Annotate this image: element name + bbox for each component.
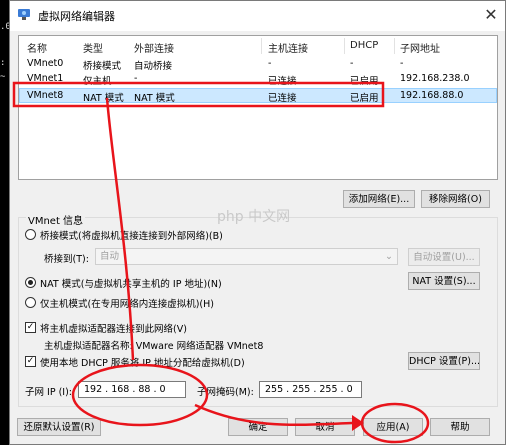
subnet-mask-field[interactable]: 255 . 255 . 255 . 0 [259, 381, 362, 398]
bridged-to-select[interactable]: 自动 ⌄ [95, 248, 398, 265]
subnet-ip-label: 子网 IP (I): [25, 387, 72, 398]
apply-button[interactable]: 应用(A) [363, 418, 423, 436]
virtual-network-editor-window: 虚拟网络编辑器 ✕ 名称 类型 外部连接 主机连接 DHCP 子网地址 VMne… [9, 0, 506, 445]
window-title: 虚拟网络编辑器 [38, 10, 115, 23]
adapter-name-text: 主机虚拟适配器名称: VMware 网络适配器 VMnet8 [44, 341, 264, 352]
table-row-selected[interactable]: VMnet8 NAT 模式 NAT 模式 已连接 已启用 192.168.88.… [19, 88, 497, 104]
cancel-button[interactable]: 取消 [295, 418, 355, 436]
bridged-label[interactable]: 桥接模式(将虚拟机直接连接到外部网络)(B) [40, 228, 223, 242]
connect-adapter-label[interactable]: 将主机虚拟适配器连接到此网络(V) [40, 321, 187, 335]
restore-defaults-button[interactable]: 还原默认设置(R) [17, 418, 101, 436]
nat-radio[interactable] [25, 277, 36, 288]
column-header[interactable]: 类型 [83, 40, 103, 55]
help-button[interactable]: 帮助 [430, 418, 490, 436]
title-bar: 虚拟网络编辑器 ✕ [10, 1, 505, 31]
column-header[interactable]: 主机连接 [268, 40, 308, 55]
column-header[interactable]: 外部连接 [134, 40, 174, 55]
table-row[interactable]: VMnet1 仅主机... - 已连接 已启用 192.168.238.0 [19, 73, 497, 87]
vmnet-info-group [18, 217, 498, 407]
close-button[interactable]: ✕ [481, 6, 501, 24]
auto-settings-button[interactable]: 自动设置(U)... [408, 248, 480, 266]
dhcp-settings-button[interactable]: DHCP 设置(P)... [408, 352, 480, 370]
remove-network-button[interactable]: 移除网络(O) [421, 190, 490, 208]
nat-settings-button[interactable]: NAT 设置(S)... [408, 272, 480, 290]
subnet-mask-label: 子网掩码(M): [197, 387, 254, 398]
add-network-button[interactable]: 添加网络(E)... [343, 190, 415, 208]
bridged-radio[interactable] [25, 229, 36, 240]
terminal-text: ~ [0, 72, 6, 82]
network-list[interactable]: 名称 类型 外部连接 主机连接 DHCP 子网地址 VMnet0 桥接模式 自动… [18, 35, 498, 180]
ok-button[interactable]: 确定 [228, 418, 288, 436]
use-dhcp-checkbox[interactable]: ✓ [25, 356, 36, 367]
terminal-text: : [0, 58, 6, 68]
list-header: 名称 类型 外部连接 主机连接 DHCP 子网地址 [19, 36, 497, 56]
subnet-ip-field[interactable]: 192 . 168 . 88 . 0 [78, 381, 186, 398]
column-header[interactable]: DHCP [350, 40, 378, 51]
column-header[interactable]: 子网地址 [400, 40, 440, 55]
column-header[interactable]: 名称 [27, 40, 47, 55]
app-icon [18, 9, 30, 20]
nat-label[interactable]: NAT 模式(与虚拟机共享主机的 IP 地址)(N) [40, 276, 222, 290]
host-only-radio[interactable] [25, 297, 36, 308]
group-label: VMnet 信息 [26, 212, 86, 227]
connect-adapter-checkbox[interactable]: ✓ [25, 322, 36, 333]
watermark: php 中文网 [217, 209, 291, 225]
chevron-down-icon: ⌄ [385, 251, 393, 262]
table-row[interactable]: VMnet0 桥接模式 自动桥接 - - - [19, 58, 497, 72]
use-dhcp-label[interactable]: 使用本地 DHCP 服务将 IP 地址分配给虚拟机(D) [40, 355, 245, 369]
bridged-to-label: 桥接到(T): [44, 254, 89, 265]
host-only-label[interactable]: 仅主机模式(在专用网络内连接虚拟机)(H) [40, 296, 214, 310]
